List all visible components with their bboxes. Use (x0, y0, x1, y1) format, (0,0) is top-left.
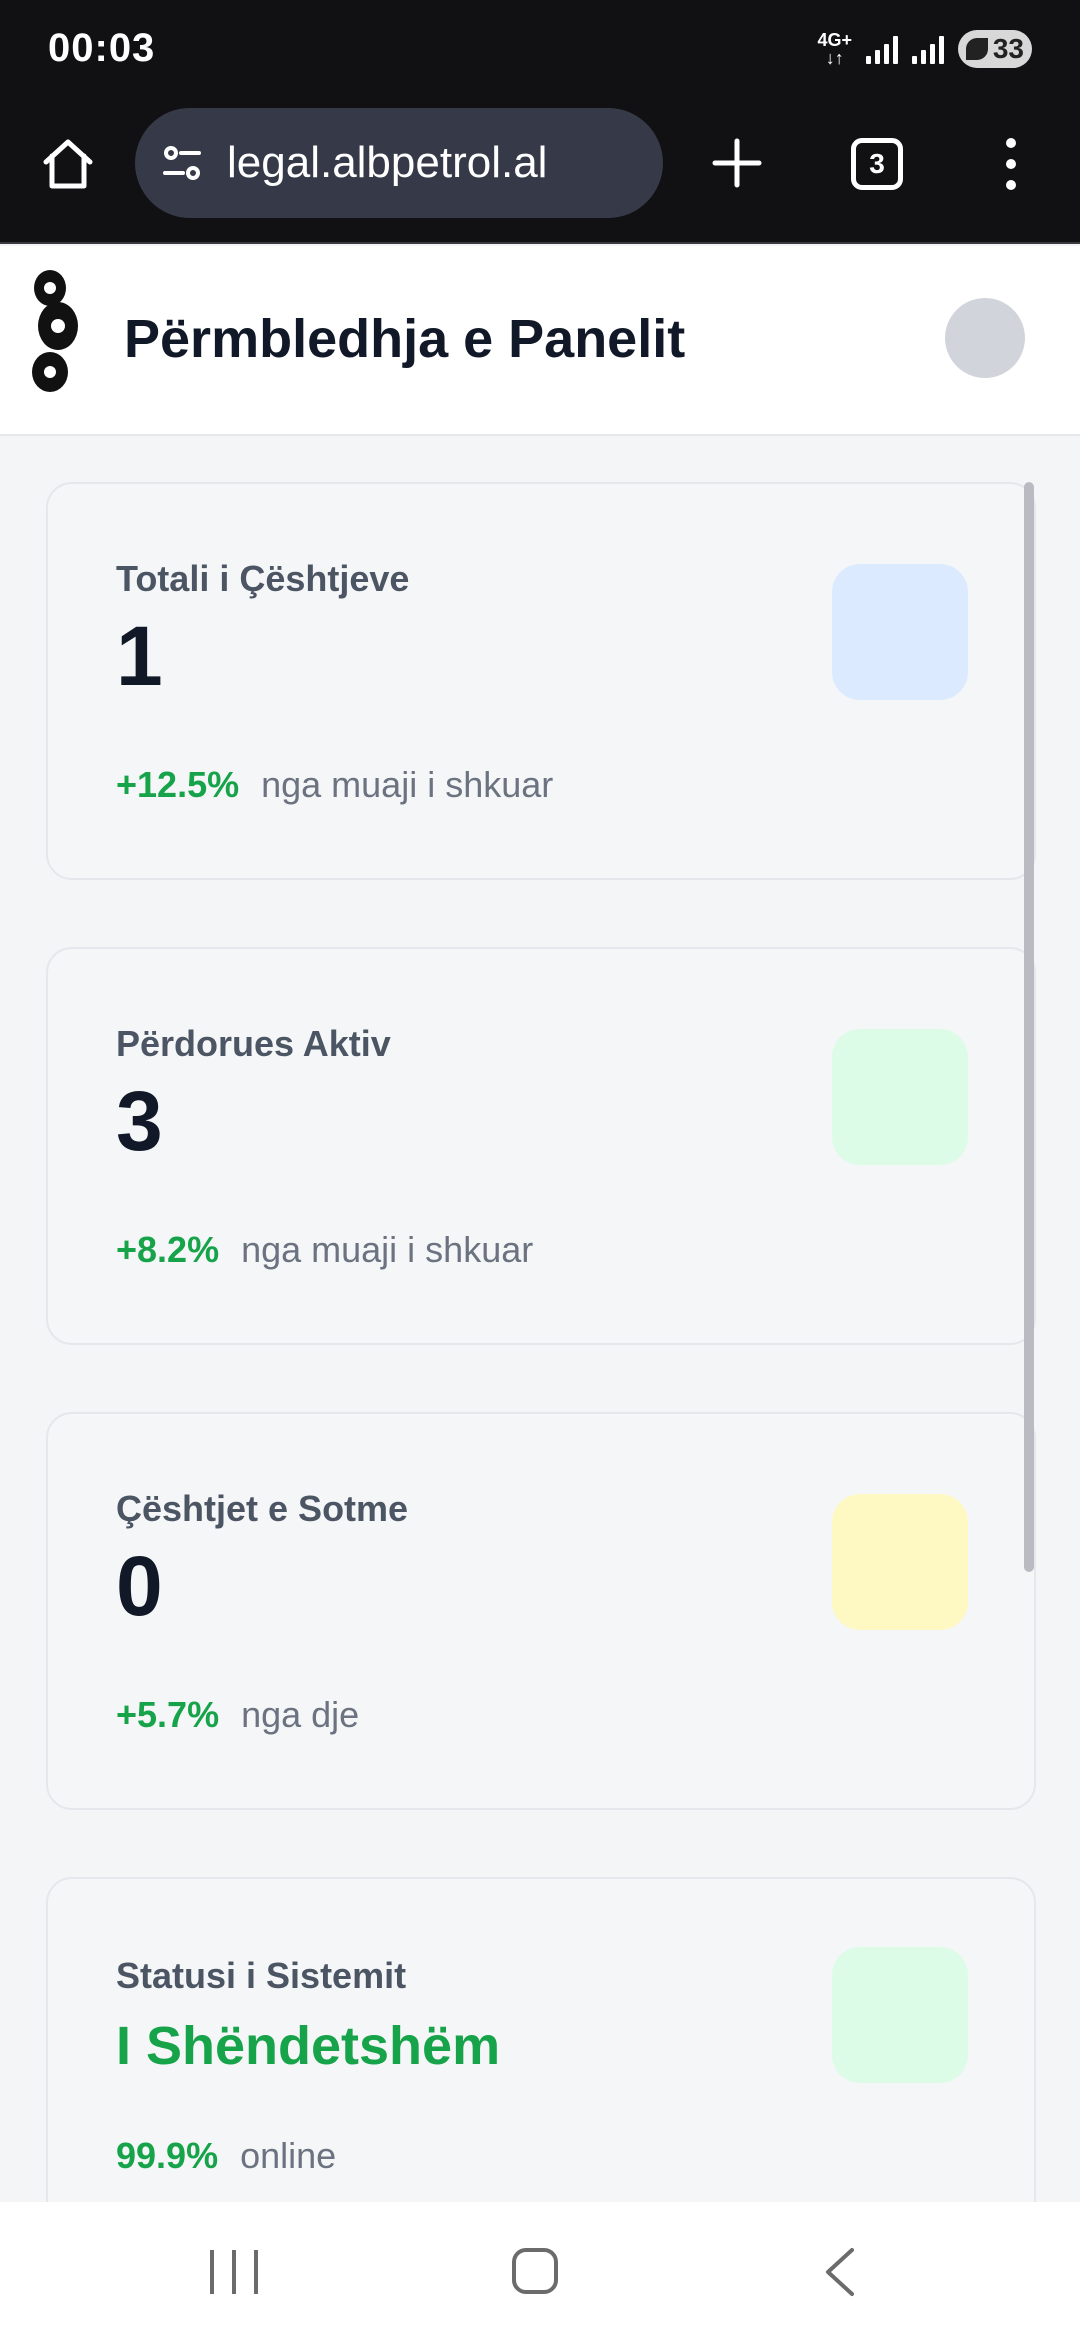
stat-change: 99.9% (116, 2135, 219, 2176)
recents-icon (210, 2250, 214, 2294)
status-time: 00:03 (48, 26, 156, 70)
stat-change: +5.7% (116, 1694, 220, 1735)
stat-card-total-cases: Totali i Çështjeve 1 +12.5% nga muaji i … (46, 482, 1036, 880)
more-menu-button[interactable] (996, 134, 1026, 194)
stat-icon-box (832, 1947, 968, 2083)
dot-icon (1006, 180, 1016, 190)
site-settings-icon[interactable] (157, 138, 207, 188)
recents-icon (232, 2250, 236, 2294)
logo-icon[interactable] (28, 268, 82, 398)
stat-change: +8.2% (116, 1229, 220, 1270)
stat-value: 1 (116, 609, 163, 703)
stat-card-today-cases: Çështjet e Sotme 0 +5.7% nga dje (46, 1412, 1036, 1810)
stat-footer: +5.7% nga dje (116, 1694, 359, 1736)
stat-label: Përdorues Aktiv (116, 1023, 391, 1064)
status-icons: 4G+ ↓↑ 33 (817, 30, 1032, 68)
battery-icon: 33 (958, 30, 1032, 68)
address-bar[interactable]: legal.albpetrol.al (135, 108, 663, 218)
recents-button[interactable] (210, 2250, 258, 2294)
new-tab-button[interactable] (710, 136, 764, 190)
back-icon[interactable] (820, 2246, 860, 2298)
dot-icon (1006, 138, 1016, 148)
home-button[interactable] (38, 134, 98, 194)
stat-card-system-status: Statusi i Sistemit I Shëndetshëm 99.9% o… (46, 1877, 1036, 2202)
stat-label: Çështjet e Sotme (116, 1488, 409, 1529)
app-header: Përmbledhja e Panelit (0, 246, 1080, 436)
signal-icon-2 (912, 34, 944, 64)
status-bar: 00:03 4G+ ↓↑ 33 (0, 0, 1080, 100)
stat-icon-box (832, 1029, 968, 1165)
stat-value: 0 (116, 1539, 163, 1633)
home-icon (43, 139, 93, 189)
stat-value: I Shëndetshëm (116, 2016, 501, 2076)
system-nav-bar (0, 2202, 1080, 2340)
stat-icon-box (832, 1494, 968, 1630)
dot-icon (1006, 159, 1016, 169)
browser-toolbar: legal.albpetrol.al 3 (0, 100, 1080, 244)
dashboard-content[interactable]: Totali i Çështjeve 1 +12.5% nga muaji i … (0, 437, 1080, 2202)
scrollbar[interactable] (1024, 482, 1034, 1572)
tab-switcher-button[interactable]: 3 (851, 138, 903, 190)
stat-footer: 99.9% online (116, 2135, 336, 2177)
battery-level: 33 (992, 33, 1024, 64)
stat-footer: +8.2% nga muaji i shkuar (116, 1229, 533, 1271)
recents-icon (254, 2250, 258, 2294)
power-saving-icon (966, 38, 988, 60)
url-text[interactable]: legal.albpetrol.al (227, 138, 547, 188)
network-type-label: 4G+ (817, 30, 852, 50)
stat-label: Statusi i Sistemit (116, 1955, 407, 1996)
stat-value: 3 (116, 1074, 163, 1168)
page-title: Përmbledhja e Panelit (124, 309, 686, 369)
stat-period: online (240, 2135, 337, 2176)
plus-icon (712, 138, 762, 188)
stat-footer: +12.5% nga muaji i shkuar (116, 764, 553, 806)
stat-icon-box (832, 564, 968, 700)
data-arrows-icon: ↓↑ (825, 48, 844, 68)
stat-period: nga muaji i shkuar (261, 764, 554, 805)
stat-change: +12.5% (116, 764, 240, 805)
avatar[interactable] (945, 298, 1025, 378)
home-nav-button[interactable] (512, 2248, 558, 2294)
stat-period: nga muaji i shkuar (241, 1229, 534, 1270)
network-type-icon: 4G+ ↓↑ (817, 31, 852, 67)
signal-icon-1 (866, 34, 898, 64)
stat-card-active-users: Përdorues Aktiv 3 +8.2% nga muaji i shku… (46, 947, 1036, 1345)
stat-period: nga dje (241, 1694, 360, 1735)
stat-label: Totali i Çështjeve (116, 558, 410, 599)
